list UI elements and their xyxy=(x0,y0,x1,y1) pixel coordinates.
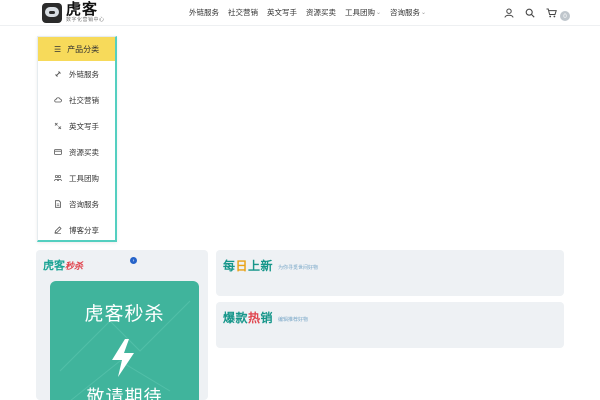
category-item-label: 资源买卖 xyxy=(69,147,99,157)
flash-sale-panel: 虎客秒杀 › 虎客秒杀 敬请期待 xyxy=(36,250,208,400)
category-item-label: 英文写手 xyxy=(69,121,99,131)
arrow-right-icon[interactable]: › xyxy=(130,257,137,264)
category-item-resources[interactable]: 资源买卖 xyxy=(38,139,115,165)
nav-label: 资源买卖 xyxy=(306,8,336,17)
nav-item-tools[interactable]: 工具团购 ⌄ xyxy=(345,7,381,18)
cart-icon[interactable] xyxy=(545,7,557,19)
daily-new-title-b: 日 xyxy=(235,259,249,273)
nav-label: 社交营销 xyxy=(228,8,258,17)
header-actions: 0 xyxy=(503,5,570,21)
category-item-blog[interactable]: 博客分享 xyxy=(38,217,115,243)
logo-badge-icon xyxy=(42,2,62,23)
nav-label: 英文写手 xyxy=(267,8,297,17)
hot-sale-title-a: 爆款 xyxy=(223,311,249,325)
edit-icon xyxy=(54,226,62,234)
nav-label: 外链服务 xyxy=(189,8,219,17)
category-item-label: 博客分享 xyxy=(69,225,99,235)
cart-count-badge: 0 xyxy=(560,11,570,21)
hot-sale-title-c: 销 xyxy=(260,311,274,325)
chevron-down-icon: ⌄ xyxy=(376,9,382,16)
flash-sale-title-main: 虎客 xyxy=(43,259,65,272)
card-icon xyxy=(54,148,62,156)
category-item-writers[interactable]: 英文写手 xyxy=(38,113,115,139)
user-icon[interactable] xyxy=(503,7,515,19)
flash-sale-card[interactable]: 虎客秒杀 敬请期待 xyxy=(50,281,199,400)
category-menu-header[interactable]: ☰ 产品分类 xyxy=(38,37,115,61)
flash-sale-title-accent: 秒杀 xyxy=(65,262,84,272)
logo-text: 虎客 数字化营销中心 xyxy=(66,2,105,23)
hot-sale-subtitle: 编辑推荐好物 xyxy=(278,317,309,323)
hot-sale-panel[interactable]: 爆款热销 编辑推荐好物 xyxy=(216,302,564,348)
lightning-icon xyxy=(112,339,134,377)
link-icon xyxy=(54,70,62,78)
cloud-icon xyxy=(54,96,62,104)
nav-item-social[interactable]: 社交营销 xyxy=(228,7,258,18)
nav-label: 咨询服务 xyxy=(390,8,421,17)
daily-new-title: 每日上新 xyxy=(223,257,273,274)
daily-new-panel[interactable]: 每日上新 为你寻觅世间好物 xyxy=(216,250,564,296)
flash-sale-card-title: 虎客秒杀 xyxy=(84,303,165,325)
chevron-down-icon: ⌄ xyxy=(421,9,427,16)
nav-item-writers[interactable]: 英文写手 xyxy=(267,7,297,18)
document-icon xyxy=(54,200,62,208)
category-item-label: 社交营销 xyxy=(69,95,99,105)
daily-new-title-c: 上新 xyxy=(248,259,274,273)
category-item-label: 外链服务 xyxy=(69,69,99,79)
group-icon xyxy=(54,174,62,182)
category-menu-title: 产品分类 xyxy=(67,44,100,54)
site-logo[interactable]: 虎客 数字化营销中心 xyxy=(42,2,105,23)
nav-label: 工具团购 xyxy=(345,8,375,17)
search-icon[interactable] xyxy=(524,7,536,19)
category-menu: ☰ 产品分类 外链服务 社交营销 英文写手 资源买卖 工具团购 咨询服务 博客分… xyxy=(37,36,117,242)
nav-item-resources[interactable]: 资源买卖 xyxy=(306,7,336,18)
daily-new-subtitle: 为你寻觅世间好物 xyxy=(278,265,319,271)
nav-item-consulting[interactable]: 咨询服务 ⌄ xyxy=(390,7,426,18)
list-icon: ☰ xyxy=(54,44,62,54)
site-header: 虎客 数字化营销中心 外链服务 社交营销 英文写手 资源买卖 工具团购 ⌄ 咨询服… xyxy=(0,0,600,26)
logo-title: 虎客 xyxy=(66,0,99,18)
hot-sale-title-b: 热 xyxy=(248,311,261,325)
category-item-consulting[interactable]: 咨询服务 xyxy=(38,191,115,217)
flash-sale-card-subtitle: 敬请期待 xyxy=(86,387,163,400)
translate-icon xyxy=(54,122,62,130)
category-item-tools[interactable]: 工具团购 xyxy=(38,165,115,191)
nav-item-links[interactable]: 外链服务 xyxy=(189,7,219,18)
hot-sale-title: 爆款热销 xyxy=(223,309,273,326)
category-item-label: 咨询服务 xyxy=(69,199,99,209)
category-item-social[interactable]: 社交营销 xyxy=(38,87,115,113)
category-item-label: 工具团购 xyxy=(69,173,99,183)
category-item-links[interactable]: 外链服务 xyxy=(38,61,115,87)
main-nav: 外链服务 社交营销 英文写手 资源买卖 工具团购 ⌄ 咨询服务 ⌄ xyxy=(189,7,435,18)
daily-new-title-a: 每 xyxy=(223,259,236,273)
flash-sale-title: 虎客秒杀 xyxy=(43,257,83,273)
logo-subtitle: 数字化营销中心 xyxy=(66,17,105,23)
